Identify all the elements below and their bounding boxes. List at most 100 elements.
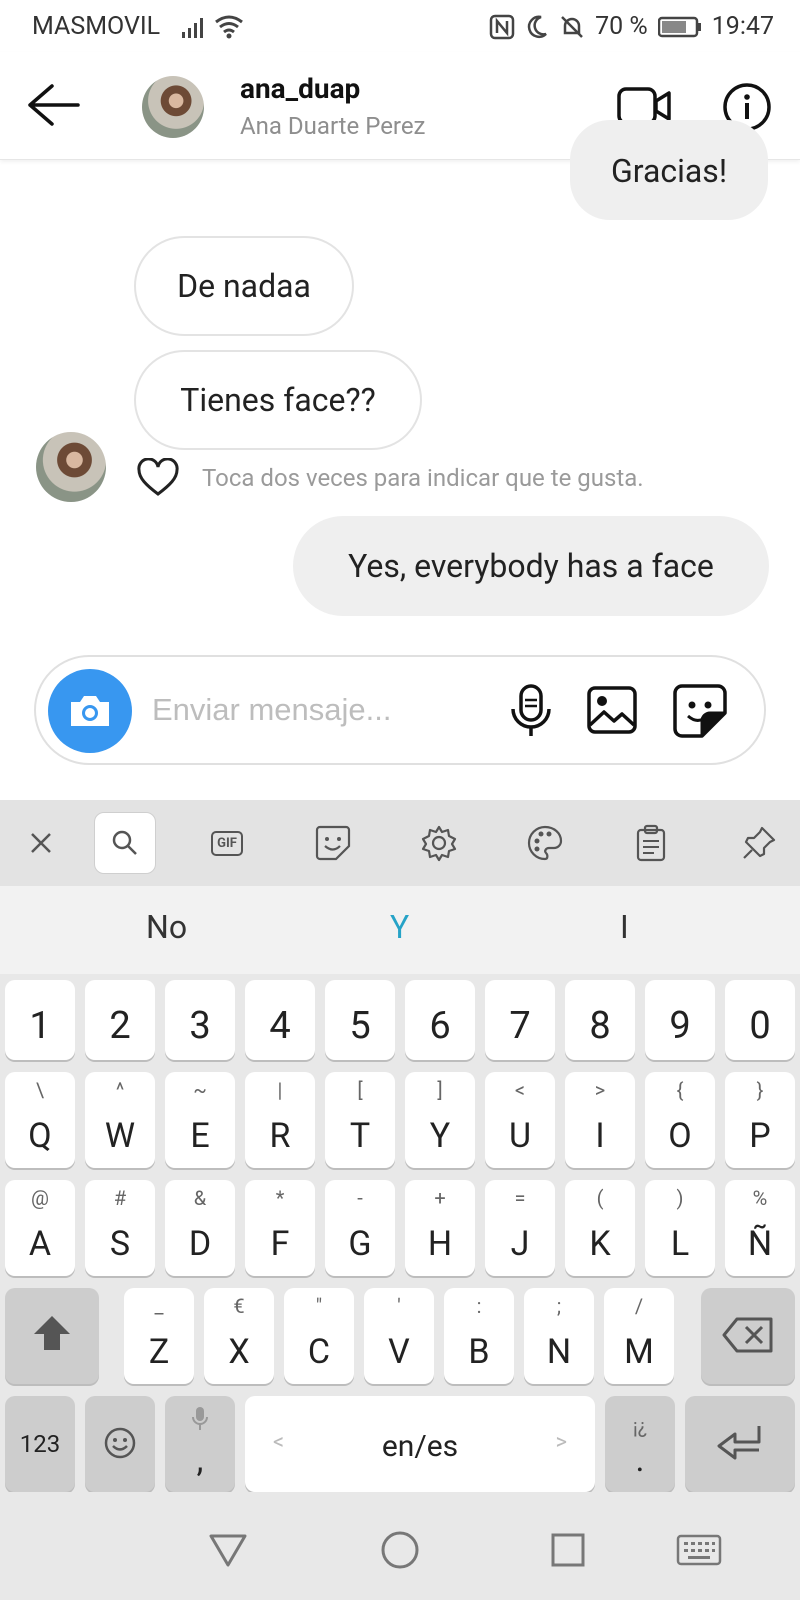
key-9[interactable]: 9 [645,980,715,1060]
gallery-icon[interactable] [586,685,638,735]
palette-icon[interactable] [514,812,576,874]
clock: 19:47 [711,12,774,41]
keyboard-nav-icon[interactable] [676,1534,722,1566]
microphone-icon[interactable] [506,683,556,739]
key-3[interactable]: 3 [165,980,235,1060]
gif-icon[interactable]: GIF [196,812,258,874]
comma-key[interactable]: , [165,1396,235,1492]
pin-icon[interactable] [728,812,790,874]
message-bubble-incoming[interactable]: De nadaa [134,236,354,336]
key-label: Y [429,1116,451,1156]
moon-icon [527,15,547,38]
backspace-key[interactable] [701,1288,795,1384]
spacebar[interactable]: < en/es > [245,1396,595,1492]
camera-icon [71,696,109,726]
period-key[interactable]: ¡¿ . [605,1396,675,1492]
key-label: O [668,1116,692,1156]
key-7[interactable]: 7 [485,980,555,1060]
search-icon[interactable] [94,812,156,874]
key-n[interactable]: ; N [524,1288,594,1384]
emoji-key[interactable] [85,1396,155,1492]
key-label: , [196,1440,204,1480]
key-j[interactable]: = J [485,1180,555,1276]
key-z[interactable]: _ Z [124,1288,194,1384]
key-b[interactable]: :B [444,1288,514,1384]
key-label: U [508,1116,532,1156]
message-bubble-outgoing[interactable]: Yes, everybody has a face [293,516,769,616]
key-s[interactable]: # S [85,1180,155,1276]
sender-avatar[interactable] [36,432,106,502]
enter-key[interactable] [685,1396,795,1492]
close-icon[interactable] [10,812,72,874]
key-v[interactable]: ' V [364,1288,434,1384]
full-name: Ana Duarte Perez [240,112,426,140]
key-q[interactable]: \ Q [5,1072,75,1168]
numbers-key[interactable]: 123 [5,1396,75,1492]
key-label: S [109,1224,131,1264]
key-label: T [349,1116,371,1156]
back-nav-icon[interactable] [208,1532,248,1568]
battery-icon [657,16,701,37]
key-k[interactable]: (K [565,1180,635,1276]
key-g[interactable]: -G [325,1180,395,1276]
key-5[interactable]: 5 [325,980,395,1060]
key-o[interactable]: {O [645,1072,715,1168]
key-p[interactable]: } P [725,1072,795,1168]
key-l[interactable]: ) L [645,1180,715,1276]
backspace-icon [722,1317,773,1353]
key-sublabel: [ [357,1078,363,1102]
key-r[interactable]: | R [245,1072,315,1168]
message-input[interactable] [152,681,482,739]
clipboard-icon[interactable] [620,812,682,874]
shift-key[interactable] [5,1288,99,1384]
key-h[interactable]: + H [405,1180,475,1276]
sticker-icon[interactable] [302,812,364,874]
key-sublabel: ] [437,1078,443,1102]
suggestion-item[interactable]: I [620,908,629,946]
key-sublabel: ( [596,1186,604,1210]
key-label: 2 [109,1004,131,1048]
key-4[interactable]: 4 [245,980,315,1060]
back-arrow-icon[interactable] [22,80,82,130]
key-u[interactable]: < U [485,1072,555,1168]
key-t[interactable]: [T [325,1072,395,1168]
key-w[interactable]: ^ W [85,1072,155,1168]
key-y[interactable]: ] Y [405,1072,475,1168]
key-m[interactable]: / M [604,1288,674,1384]
key-sublabel: * [275,1186,285,1210]
key-2[interactable]: 2 [85,980,155,1060]
key-label: 5 [349,1004,371,1048]
recents-nav-icon[interactable] [550,1532,586,1568]
sticker-icon[interactable] [672,683,728,739]
username[interactable]: ana_duap [240,72,360,105]
suggestion-item[interactable]: Y [390,908,409,946]
key-d[interactable]: & D [165,1180,235,1276]
key-sublabel: } [756,1078,764,1102]
key-f[interactable]: * F [245,1180,315,1276]
key-8[interactable]: 8 [565,980,635,1060]
key-sublabel: | [277,1078,283,1102]
home-nav-icon[interactable] [380,1530,420,1570]
suggestion-item[interactable]: No [146,908,187,946]
key-a[interactable]: @ A [5,1180,75,1276]
profile-avatar[interactable] [142,76,204,138]
key-sublabel: : [476,1294,482,1318]
key-enye[interactable]: % Ñ [725,1180,795,1276]
key-label: P [749,1116,771,1156]
key-1[interactable]: 1 [5,980,75,1060]
key-label: Q [28,1116,52,1156]
message-bubble-outgoing[interactable]: Gracias! [570,120,768,220]
key-c[interactable]: " C [284,1288,354,1384]
key-x[interactable]: € X [204,1288,274,1384]
key-e[interactable]: ~ E [165,1072,235,1168]
key-0[interactable]: 0 [725,980,795,1060]
key-sublabel: = [514,1186,526,1210]
heart-icon[interactable] [136,458,180,498]
key-6[interactable]: 6 [405,980,475,1060]
gear-icon[interactable] [408,812,470,874]
key-i[interactable]: > I [565,1072,635,1168]
key-label: F [270,1224,290,1264]
camera-button[interactable] [48,669,132,753]
message-bubble-incoming[interactable]: Tienes face?? [134,350,422,450]
gif-label: GIF [211,830,243,856]
